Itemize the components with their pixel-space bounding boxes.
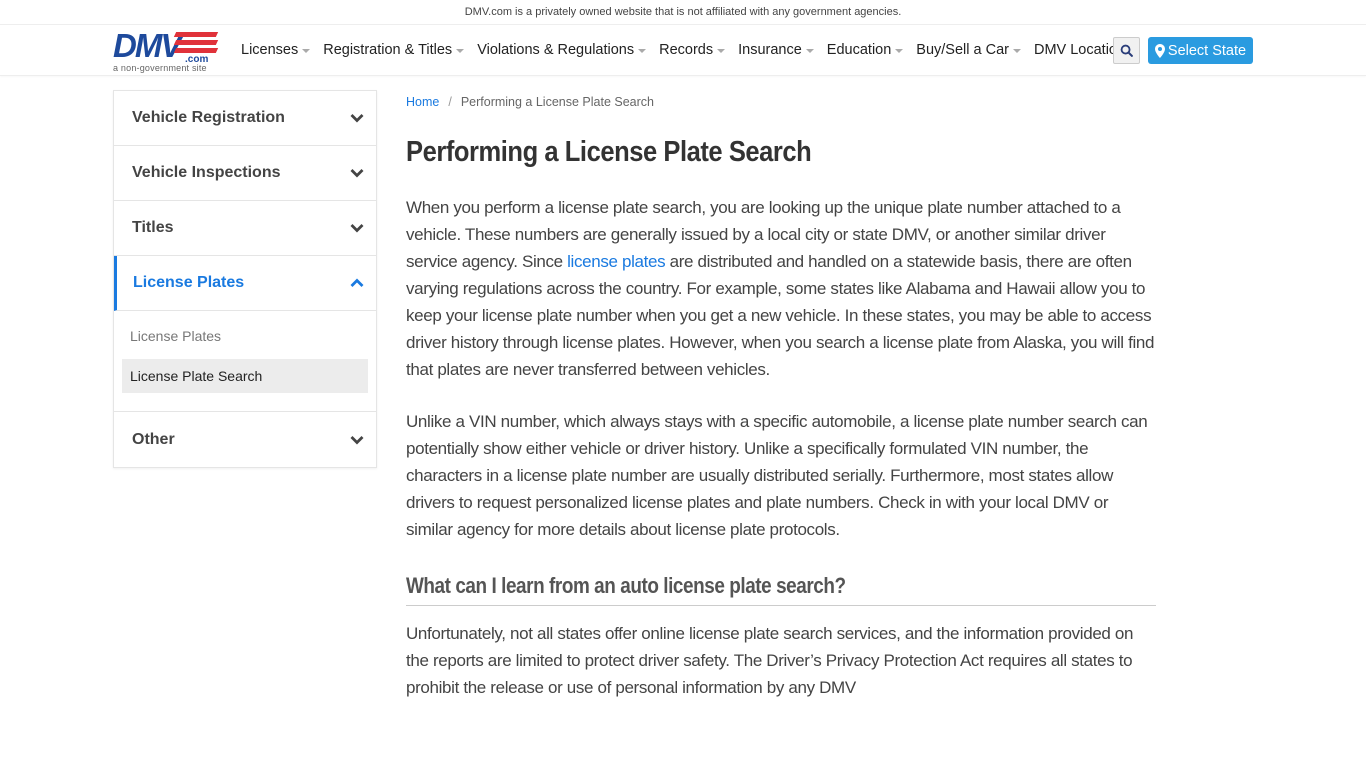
article-paragraph: Unlike a VIN number, which always stays …: [406, 412, 1148, 539]
map-marker-icon: [1154, 43, 1165, 58]
nav-insurance[interactable]: Insurance: [738, 42, 814, 58]
breadcrumb-separator: /: [448, 95, 452, 109]
article-paragraph: Unfortunately, not all states offer onli…: [406, 624, 1134, 697]
caret-down-icon: [895, 49, 904, 53]
caret-down-icon: [805, 49, 814, 53]
select-state-button[interactable]: Select State: [1148, 37, 1253, 64]
paragraph-text: are distributed and handled on a statewi…: [406, 252, 1155, 379]
search-button[interactable]: [1113, 37, 1140, 64]
logo-tagline: a non-government site: [113, 63, 207, 73]
section-heading-text: What can I learn from an auto license pl…: [406, 573, 846, 598]
nav-records[interactable]: Records: [659, 42, 726, 58]
nav-label: Licenses: [241, 42, 299, 58]
sidebar-item-vehicle-registration[interactable]: Vehicle Registration: [114, 91, 376, 146]
nav-label: Education: [826, 42, 892, 58]
sidebar-menu: Vehicle Registration Vehicle Inspections…: [113, 90, 377, 468]
nav-label: Buy/Sell a Car: [916, 42, 1009, 58]
caret-down-icon: [1012, 49, 1021, 53]
section-heading: What can I learn from an auto license pl…: [406, 573, 1156, 606]
nav-education[interactable]: Education: [827, 42, 904, 58]
logo-flag-stripes: [173, 32, 219, 56]
sidebar-item-license-plates[interactable]: License Plates: [114, 256, 376, 311]
site-header: DMV .com a non-government site Licenses …: [0, 25, 1366, 76]
sidebar-item-label: Titles: [132, 219, 174, 236]
sidebar-item-label: License Plates: [133, 274, 245, 291]
chevron-down-icon: [350, 435, 364, 444]
main-nav: Licenses Registration & Titles Violation…: [241, 25, 1145, 75]
breadcrumb: Home / Performing a License Plate Search: [406, 90, 1156, 114]
chevron-down-icon: [350, 114, 364, 123]
submenu-item-license-plate-search[interactable]: License Plate Search: [122, 359, 368, 393]
sidebar-item-label: Vehicle Inspections: [132, 164, 281, 181]
chevron-down-icon: [350, 169, 364, 178]
breadcrumb-current: Performing a License Plate Search: [460, 95, 654, 109]
caret-down-icon: [638, 49, 647, 53]
caret-down-icon: [302, 49, 311, 53]
sidebar-item-other[interactable]: Other: [114, 412, 376, 467]
caret-down-icon: [717, 49, 726, 53]
nav-registration-titles[interactable]: Registration & Titles: [323, 42, 465, 58]
submenu-item-license-plates[interactable]: License Plates: [122, 319, 368, 353]
disclaimer-bar: DMV.com is a privately owned website tha…: [0, 0, 1366, 25]
breadcrumb-home-link[interactable]: Home: [406, 95, 439, 109]
page-title: Performing a License Plate Search: [406, 136, 812, 168]
article-content: Home / Performing a License Plate Search…: [406, 90, 1156, 701]
caret-down-icon: [456, 49, 465, 53]
select-state-label: Select State: [1167, 42, 1247, 59]
chevron-up-icon: [350, 278, 364, 287]
sidebar-item-titles[interactable]: Titles: [114, 201, 376, 256]
nav-violations-regulations[interactable]: Violations & Regulations: [477, 42, 647, 58]
article-paragraph: When you perform a license plate search,…: [406, 194, 1156, 383]
disclaimer-text: DMV.com is a privately owned website tha…: [464, 6, 902, 18]
license-plates-submenu: License Plates License Plate Search: [114, 311, 376, 412]
chevron-down-icon: [350, 224, 364, 233]
nav-label: Insurance: [738, 42, 802, 58]
nav-label: Registration & Titles: [323, 42, 453, 58]
logo-wordmark: DMV: [113, 27, 182, 64]
sidebar-item-vehicle-inspections[interactable]: Vehicle Inspections: [114, 146, 376, 201]
license-plates-link[interactable]: license plates: [567, 252, 665, 271]
sidebar-item-label: Vehicle Registration: [132, 109, 285, 126]
nav-label: Violations & Regulations: [477, 42, 635, 58]
nav-label: Records: [659, 42, 714, 58]
search-icon: [1120, 44, 1133, 57]
sidebar-item-label: Other: [132, 430, 175, 448]
dmv-logo[interactable]: DMV .com a non-government site: [113, 29, 219, 73]
nav-licenses[interactable]: Licenses: [241, 42, 311, 58]
nav-buy-sell-car[interactable]: Buy/Sell a Car: [916, 42, 1021, 58]
